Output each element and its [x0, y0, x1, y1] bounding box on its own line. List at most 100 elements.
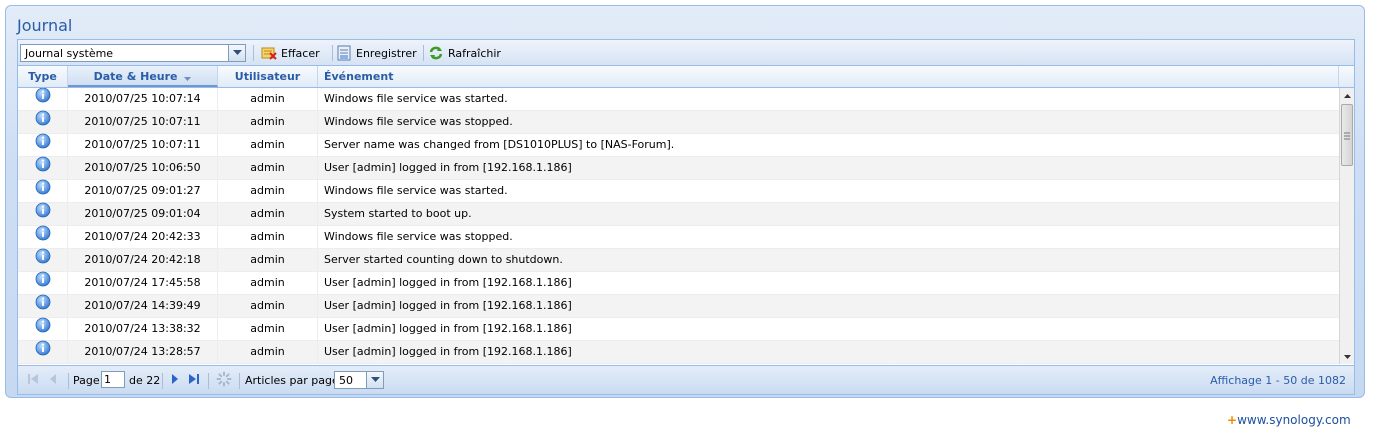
- date-cell: 2010/07/24 13:38:32: [68, 318, 218, 340]
- user-cell: admin: [218, 341, 318, 363]
- first-page-icon[interactable]: [28, 373, 38, 385]
- table-row[interactable]: 2010/07/25 10:06:50 admin User [admin] log…: [18, 156, 1339, 180]
- page-label: Page: [73, 374, 100, 387]
- type-cell: [18, 88, 68, 110]
- scroll-up-icon[interactable]: [1340, 88, 1355, 103]
- type-cell: [18, 156, 68, 180]
- refresh-button[interactable]: Rafraîchir: [428, 45, 501, 61]
- pager-separator: [239, 373, 240, 389]
- type-cell: [18, 133, 68, 157]
- vertical-scrollbar[interactable]: [1339, 88, 1354, 364]
- table-row[interactable]: 2010/07/25 10:07:11 admin Server name was …: [18, 133, 1339, 157]
- toolbar-separator: [423, 45, 424, 61]
- toolbar-separator: [332, 45, 333, 61]
- per-page-select-value: 50: [339, 374, 353, 387]
- next-page-icon[interactable]: [171, 373, 179, 385]
- prev-page-icon[interactable]: [49, 373, 57, 385]
- save-icon: [336, 45, 352, 61]
- date-cell: 2010/07/24 14:39:49: [68, 295, 218, 317]
- log-type-select[interactable]: Journal système: [20, 44, 246, 62]
- grid-header: Type Date & Heure Utilisateur Événement: [18, 66, 1354, 88]
- event-cell: System started to boot up.: [324, 207, 472, 220]
- date-cell: 2010/07/25 10:07:11: [68, 134, 218, 156]
- pagination-bar: Page 1 de 22 Articles par page: 50 Affic…: [18, 365, 1354, 394]
- synology-link[interactable]: +www.synology.com: [1227, 413, 1351, 427]
- event-cell: Server name was changed from [DS1010PLUS…: [324, 138, 675, 151]
- date-cell: 2010/07/25 09:01:27: [68, 180, 218, 202]
- info-icon: [35, 317, 51, 341]
- refresh-icon: [428, 45, 444, 61]
- table-row[interactable]: 2010/07/24 13:28:57 admin User [admin] log…: [18, 340, 1339, 364]
- refresh-button-label: Rafraîchir: [448, 46, 501, 60]
- info-icon: [35, 133, 51, 157]
- user-cell: admin: [218, 203, 318, 225]
- type-cell: [18, 248, 68, 272]
- type-cell: [18, 110, 68, 134]
- info-icon: [35, 340, 51, 364]
- table-row[interactable]: 2010/07/25 10:07:14 admin Windows file ser…: [18, 88, 1339, 111]
- date-cell: 2010/07/25 10:07:14: [68, 88, 218, 110]
- save-button[interactable]: Enregistrer: [336, 45, 417, 61]
- pager-separator: [68, 373, 69, 389]
- date-cell: 2010/07/24 13:28:57: [68, 341, 218, 363]
- display-info: Affichage 1 - 50 de 1082: [1210, 374, 1346, 387]
- date-cell: 2010/07/25 10:07:11: [68, 111, 218, 133]
- page-number-input[interactable]: 1: [101, 371, 125, 388]
- date-cell: 2010/07/24 17:45:58: [68, 272, 218, 294]
- table-row[interactable]: 2010/07/24 20:42:33 admin Windows file ser…: [18, 225, 1339, 249]
- toolbar: Journal système Effacer Enregistrer Rafr…: [18, 40, 1354, 66]
- user-cell: admin: [218, 272, 318, 294]
- sort-desc-icon: [184, 67, 192, 88]
- info-icon: [35, 156, 51, 180]
- type-cell: [18, 271, 68, 294]
- date-cell: 2010/07/24 20:42:33: [68, 226, 218, 248]
- type-cell: [18, 179, 68, 203]
- page-total-label: de 22: [129, 374, 161, 387]
- column-header-user[interactable]: Utilisateur: [218, 66, 318, 87]
- clear-icon: [261, 45, 277, 61]
- user-cell: admin: [218, 134, 318, 156]
- column-header-date-label: Date & Heure: [93, 70, 178, 83]
- plus-mark: +: [1227, 413, 1238, 427]
- refresh-spinner-icon[interactable]: [216, 371, 232, 387]
- pager-separator: [208, 373, 209, 389]
- clear-button-label: Effacer: [281, 46, 320, 60]
- scrollbar-thumb[interactable]: [1341, 104, 1353, 166]
- column-header-date[interactable]: Date & Heure: [68, 66, 218, 87]
- event-cell: Windows file service was started.: [324, 92, 508, 105]
- table-row[interactable]: 2010/07/24 17:45:58 admin User [admin] log…: [18, 271, 1339, 295]
- per-page-select[interactable]: 50: [334, 371, 384, 389]
- scroll-down-icon[interactable]: [1340, 349, 1355, 364]
- info-icon: [35, 248, 51, 272]
- chevron-down-icon[interactable]: [366, 372, 383, 388]
- table-row[interactable]: 2010/07/24 14:39:49 admin User [admin] log…: [18, 294, 1339, 318]
- table-row[interactable]: 2010/07/24 13:38:32 admin User [admin] log…: [18, 317, 1339, 341]
- user-cell: admin: [218, 295, 318, 317]
- info-icon: [35, 110, 51, 134]
- table-row[interactable]: 2010/07/25 10:07:11 admin Windows file ser…: [18, 110, 1339, 134]
- user-cell: admin: [218, 157, 318, 179]
- user-cell: admin: [218, 88, 318, 110]
- journal-panel: Journal Journal système Effacer Enregist…: [5, 5, 1365, 398]
- type-cell: [18, 202, 68, 225]
- column-header-event[interactable]: Événement: [318, 66, 1339, 87]
- save-button-label: Enregistrer: [356, 46, 417, 60]
- table-row[interactable]: 2010/07/24 20:42:18 admin Server started c…: [18, 248, 1339, 272]
- table-row[interactable]: 2010/07/25 09:01:04 admin System started t…: [18, 202, 1339, 226]
- event-cell: Windows file service was stopped.: [324, 230, 513, 243]
- table-row[interactable]: 2010/07/25 09:01:27 admin Windows file ser…: [18, 179, 1339, 203]
- event-cell: User [admin] logged in from [192.168.1.1…: [324, 322, 572, 335]
- column-header-type[interactable]: Type: [18, 66, 68, 87]
- event-cell: User [admin] logged in from [192.168.1.1…: [324, 299, 572, 312]
- type-cell: [18, 317, 68, 341]
- date-cell: 2010/07/24 20:42:18: [68, 249, 218, 271]
- synology-link-text: www.synology.com: [1237, 413, 1351, 427]
- event-cell: User [admin] logged in from [192.168.1.1…: [324, 161, 572, 174]
- info-icon: [35, 179, 51, 203]
- type-cell: [18, 340, 68, 364]
- chevron-down-icon[interactable]: [228, 45, 245, 61]
- clear-button[interactable]: Effacer: [261, 45, 320, 61]
- event-cell: Windows file service was started.: [324, 184, 508, 197]
- user-cell: admin: [218, 226, 318, 248]
- last-page-icon[interactable]: [189, 373, 199, 385]
